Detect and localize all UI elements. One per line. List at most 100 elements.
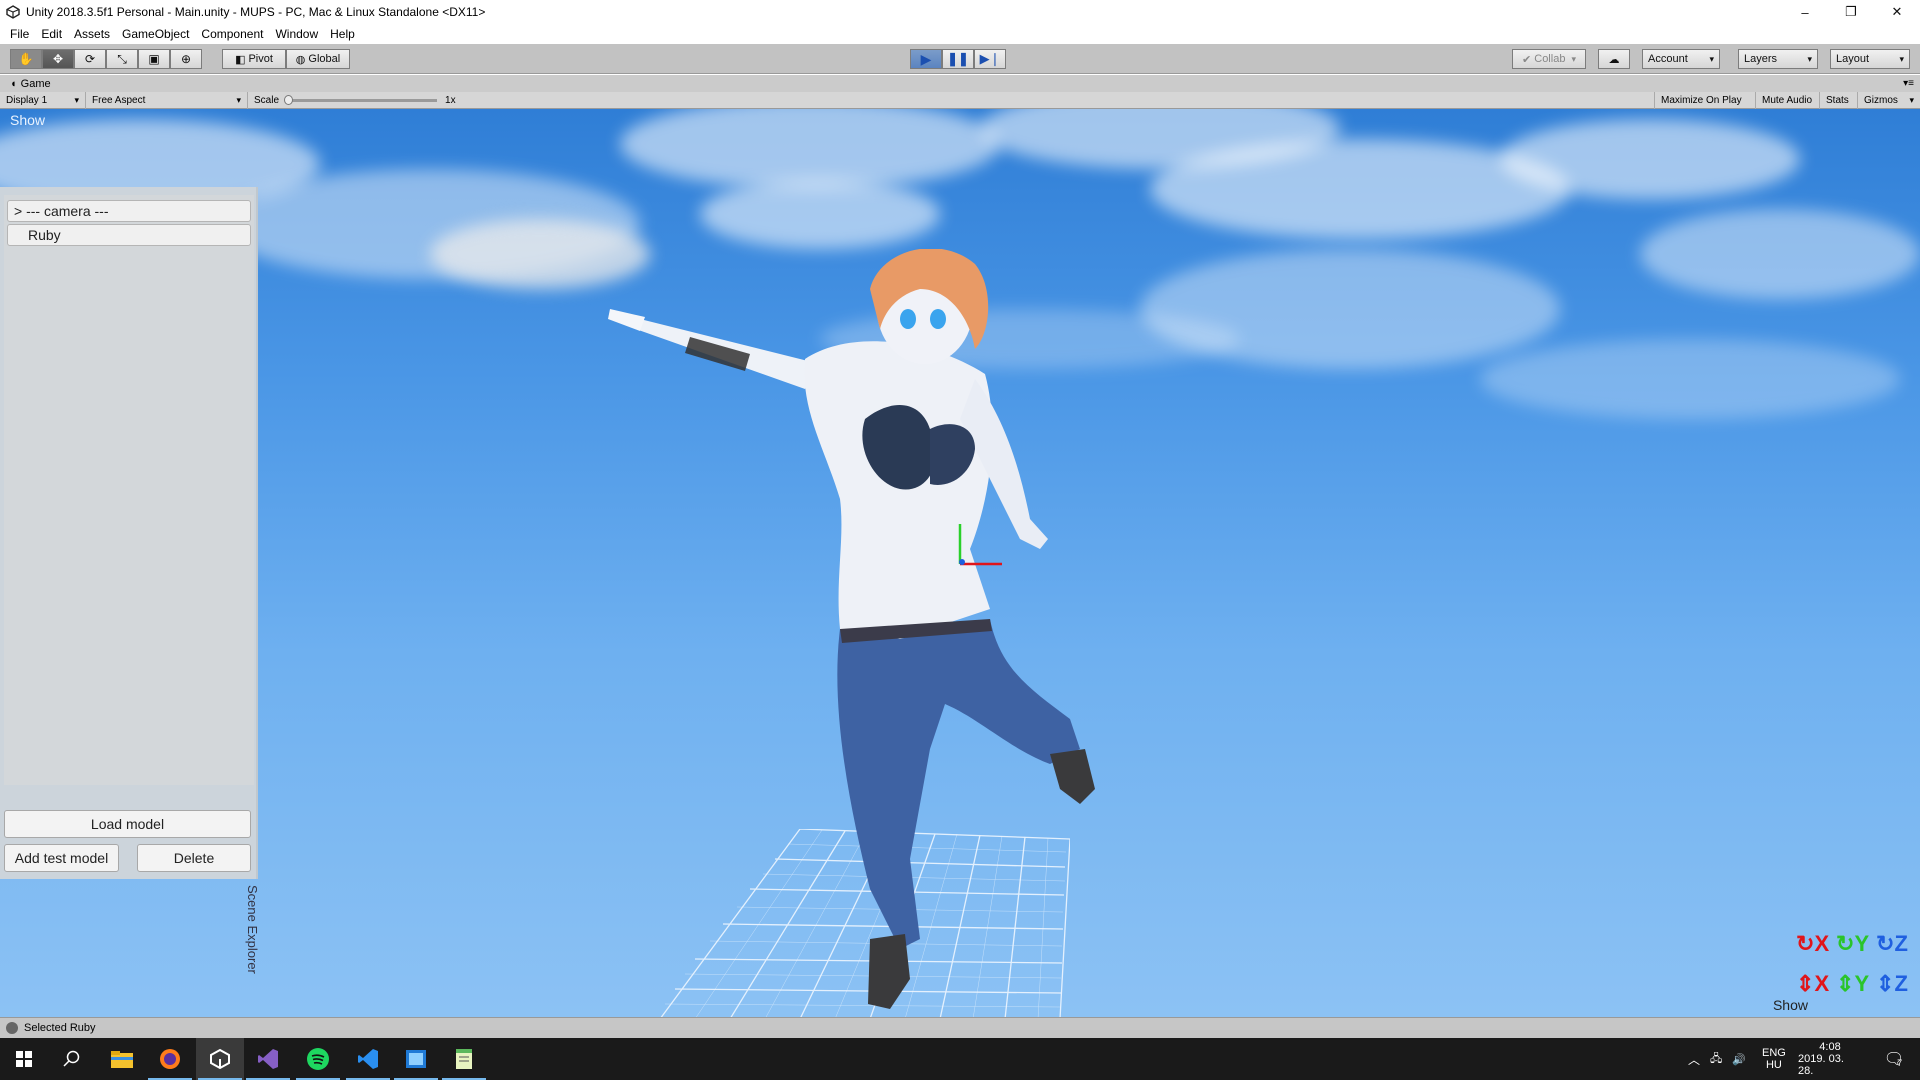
layout-dropdown[interactable]: Layout [1830, 49, 1910, 69]
menu-component[interactable]: Component [195, 27, 269, 41]
search-button[interactable] [48, 1038, 96, 1080]
vscode-icon [358, 1049, 378, 1069]
rotate-z-button[interactable]: ↻ Z [1876, 931, 1908, 957]
rect-tool-button[interactable]: ▣ [138, 49, 170, 69]
rotate-icon: ↻ [1796, 931, 1815, 956]
list-item-ruby[interactable]: Ruby [7, 224, 251, 246]
minimize-button[interactable]: – [1782, 0, 1828, 24]
system-tray: ︿ 🖧 🔊 [1688, 1038, 1760, 1080]
delete-button[interactable]: Delete [137, 844, 251, 872]
menu-window[interactable]: Window [269, 27, 324, 41]
axis-label: X [1814, 931, 1830, 956]
up-down-arrow-icon: ⇕ [1836, 971, 1855, 996]
game-view-icon: ◖ [10, 77, 17, 90]
add-test-model-button[interactable]: Add test model [4, 844, 119, 872]
status-bar: Selected Ruby [0, 1017, 1920, 1038]
sky-cloud [620, 109, 1000, 189]
chevron-up-icon[interactable]: ︿ [1688, 1051, 1700, 1068]
stats-toggle[interactable]: Stats [1820, 92, 1858, 109]
playback-controls: ▶ ❚❚ ▶❘ [910, 49, 1006, 69]
game-tab-header: ◖ Game ▾≡ [0, 75, 1920, 92]
taskbar-spotify[interactable] [294, 1038, 342, 1080]
scene-object-list: > --- camera --- Ruby [4, 195, 254, 785]
menu-bar: File Edit Assets GameObject Component Wi… [0, 24, 1920, 44]
taskbar-unity[interactable] [196, 1038, 244, 1080]
hand-tool-button[interactable]: ✋ [10, 49, 42, 69]
visual-studio-icon [258, 1049, 278, 1069]
move-tool-button[interactable]: ✥ [42, 49, 74, 69]
close-button[interactable]: ✕ [1874, 0, 1920, 24]
status-text: Selected Ruby [24, 1022, 96, 1034]
play-button[interactable]: ▶ [910, 49, 942, 69]
scale-slider[interactable] [284, 95, 438, 105]
global-button[interactable]: ◍ Global [286, 49, 350, 69]
info-icon [6, 1022, 18, 1034]
taskbar-app-blue[interactable] [392, 1038, 440, 1080]
step-button[interactable]: ▶❘ [974, 49, 1006, 69]
display-dropdown[interactable]: Display 1 [0, 92, 86, 109]
menu-edit[interactable]: Edit [35, 27, 68, 41]
layout-group: Layout [1830, 49, 1910, 69]
show-toggle-top[interactable]: Show [10, 112, 45, 128]
collab-label: Collab [1534, 53, 1566, 65]
scale-slider-handle[interactable] [284, 95, 294, 105]
transform-tool-button[interactable]: ⊕ [170, 49, 202, 69]
collab-dropdown[interactable]: ✔ Collab [1512, 49, 1586, 69]
account-dropdown[interactable]: Account [1642, 49, 1720, 69]
taskbar-visual-studio[interactable] [244, 1038, 292, 1080]
network-icon[interactable]: 🖧 [1710, 1050, 1722, 1069]
menu-gameobject[interactable]: GameObject [116, 27, 195, 41]
menu-file[interactable]: File [4, 27, 35, 41]
notification-center-button[interactable]: 🗨 7 [1872, 1038, 1914, 1080]
aspect-label: Free Aspect [92, 95, 146, 106]
scale-control: Scale 1x [248, 92, 468, 109]
selection-transform-handle[interactable] [950, 519, 1010, 579]
rotate-x-button[interactable]: ↻ X [1796, 931, 1829, 957]
taskbar-vscode[interactable] [344, 1038, 392, 1080]
scale-tool-button[interactable]: ⤡ [106, 49, 138, 69]
layers-label: Layers [1744, 53, 1778, 65]
axis-label: Z [1894, 971, 1908, 996]
move-x-button[interactable]: ⇕ X [1796, 971, 1829, 997]
taskbar-notepad[interactable] [440, 1038, 488, 1080]
game-viewport[interactable]: Show > --- camera --- Ruby Load model Ad… [0, 109, 1920, 1017]
globe-icon: ◍ [295, 53, 306, 66]
maximize-button[interactable]: ❐ [1828, 0, 1874, 24]
layers-dropdown[interactable]: Layers [1738, 49, 1818, 69]
pivot-group: ◧ Pivot ◍ Global [222, 49, 350, 69]
gizmos-dropdown[interactable]: Gizmos [1858, 92, 1920, 109]
sky-cloud [700, 179, 940, 249]
hand-icon: ✋ [18, 52, 34, 66]
tab-menu-icon[interactable]: ▾≡ [1903, 78, 1914, 89]
move-z-button[interactable]: ⇕ Z [1876, 971, 1908, 997]
clock[interactable]: 4:08 2019. 03. 28. [1798, 1038, 1862, 1080]
load-model-button[interactable]: Load model [4, 810, 251, 838]
aspect-dropdown[interactable]: Free Aspect [86, 92, 248, 109]
axis-gizmo: ↻ X ↻ Y ↻ Z ⇕ X ⇕ Y ⇕ Z [1794, 931, 1914, 1011]
volume-icon[interactable]: 🔊 [1732, 1053, 1746, 1066]
ruby-character-model[interactable] [600, 249, 1120, 1017]
search-icon [63, 1050, 80, 1067]
start-button[interactable] [0, 1038, 48, 1080]
menu-help[interactable]: Help [324, 27, 361, 41]
rotate-y-button[interactable]: ↻ Y [1836, 931, 1869, 957]
pivot-button[interactable]: ◧ Pivot [222, 49, 286, 69]
rotate-tool-button[interactable]: ⟳ [74, 49, 106, 69]
taskbar-firefox[interactable] [146, 1038, 194, 1080]
game-tab[interactable]: Game [21, 78, 51, 90]
cloud-button[interactable]: ☁ [1598, 49, 1630, 69]
mute-audio-toggle[interactable]: Mute Audio [1756, 92, 1820, 109]
list-item-camera[interactable]: > --- camera --- [7, 200, 251, 222]
windows-taskbar: ︿ 🖧 🔊 ENG HU 4:08 2019. 03. 28. 🗨 7 [0, 1038, 1920, 1080]
maximize-on-play-toggle[interactable]: Maximize On Play [1654, 92, 1756, 109]
taskbar-file-explorer[interactable] [98, 1038, 146, 1080]
pivot-icon: ◧ [235, 53, 246, 66]
move-y-button[interactable]: ⇕ Y [1836, 971, 1869, 997]
menu-assets[interactable]: Assets [68, 27, 116, 41]
scale-label: Scale [254, 95, 280, 106]
scene-explorer-tab[interactable]: Scene Explorer [245, 885, 260, 974]
clock-date: 2019. 03. 28. [1798, 1053, 1844, 1077]
language-indicator[interactable]: ENG HU [1762, 1038, 1786, 1080]
pause-button[interactable]: ❚❚ [942, 49, 974, 69]
stats-label: Stats [1826, 95, 1849, 106]
